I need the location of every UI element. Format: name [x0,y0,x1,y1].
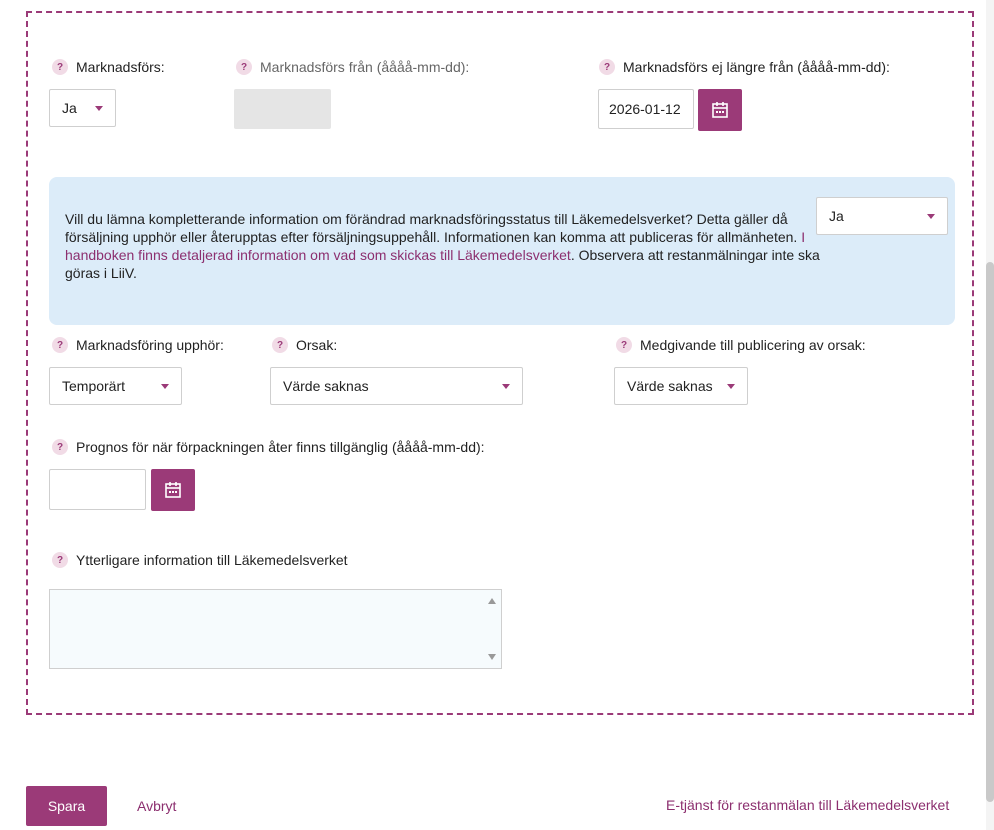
medgivande-select[interactable]: Värde saknas [614,367,748,405]
marknadsfors-ej-langre-input[interactable]: 2026-01-12 [598,89,694,129]
help-icon[interactable]: ? [599,59,615,75]
help-icon[interactable]: ? [236,59,252,75]
prognos-input[interactable] [49,469,146,510]
help-icon[interactable]: ? [52,59,68,75]
upphor-label: ? Marknadsföring upphör: [52,337,224,353]
info-box: Vill du lämna kompletterande information… [49,177,955,325]
ytterligare-textarea[interactable] [49,589,502,669]
kompletterande-info-value: Ja [829,208,844,224]
help-icon[interactable]: ? [272,337,288,353]
ytterligare-label-text: Ytterligare information till Läkemedelsv… [76,552,348,568]
chevron-down-icon [95,105,103,111]
marknadsfors-fran-input [234,89,331,129]
chevron-down-icon [502,383,510,389]
prognos-label-text: Prognos för när förpackningen åter finns… [76,439,485,455]
orsak-label: ? Orsak: [272,337,337,353]
info-text: Vill du lämna kompletterande information… [65,210,820,282]
cancel-link[interactable]: Avbryt [137,798,176,814]
marknadsfors-value: Ja [62,100,77,116]
page-scrollbar-thumb[interactable] [986,262,994,802]
help-icon[interactable]: ? [52,552,68,568]
calendar-icon [712,102,728,118]
help-icon[interactable]: ? [616,337,632,353]
upphor-label-text: Marknadsföring upphör: [76,337,224,353]
chevron-down-icon [927,213,935,219]
ytterligare-label: ? Ytterligare information till Läkemedel… [52,552,348,568]
marknadsfors-label-text: Marknadsförs: [76,59,165,75]
marknadsfors-select[interactable]: Ja [49,89,116,127]
save-button[interactable]: Spara [26,786,107,826]
orsak-label-text: Orsak: [296,337,338,353]
orsak-value: Värde saknas [283,378,369,394]
calendar-button-ej-langre[interactable] [698,89,742,131]
upphor-select[interactable]: Temporärt [49,367,182,405]
textarea-scrollbar[interactable] [483,590,501,668]
medgivande-label-text: Medgivande till publicering av orsak: [640,337,866,353]
chevron-down-icon [161,383,169,389]
chevron-down-icon [727,383,735,389]
prognos-label: ? Prognos för när förpackningen åter fin… [52,439,485,455]
marknadsfors-ej-langre-label: ? Marknadsförs ej längre från (åååå-mm-d… [599,59,890,75]
marknadsfors-ej-langre-value: 2026-01-12 [609,101,681,117]
marknadsfors-ej-langre-label-text: Marknadsförs ej längre från (åååå-mm-dd)… [623,59,890,75]
etjanst-restanmalan-link[interactable]: E-tjänst för restanmälan till Läkemedels… [666,797,949,813]
help-icon[interactable]: ? [52,439,68,455]
marknadsfors-fran-label-text: Marknadsförs från (åååå-mm-dd): [260,59,470,75]
help-icon[interactable]: ? [52,337,68,353]
calendar-icon [165,482,181,498]
orsak-select[interactable]: Värde saknas [270,367,523,405]
medgivande-value: Värde saknas [627,378,713,394]
marknadsfors-fran-label: ? Marknadsförs från (åååå-mm-dd): [236,59,469,75]
upphor-value: Temporärt [62,378,126,394]
calendar-button-prognos[interactable] [151,469,195,511]
marknadsfors-label: ? Marknadsförs: [52,59,165,75]
scroll-down-icon[interactable] [488,654,496,660]
scroll-up-icon[interactable] [488,598,496,604]
info-text-part1: Vill du lämna kompletterande information… [65,211,802,245]
kompletterande-info-select[interactable]: Ja [816,197,948,235]
medgivande-label: ? Medgivande till publicering av orsak: [616,337,866,353]
